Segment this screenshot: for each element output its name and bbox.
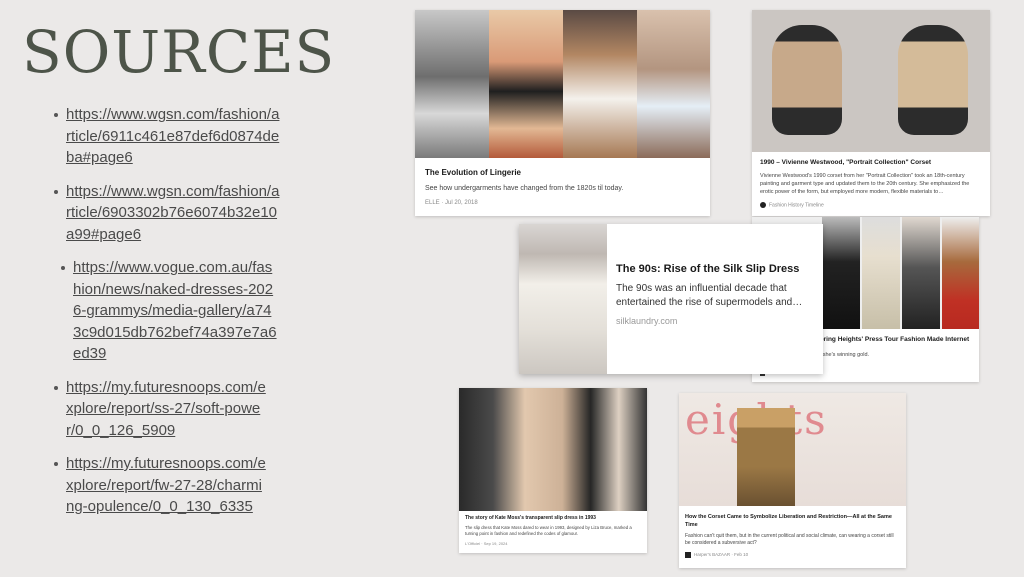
source-link-list: https://www.wgsn.com/fashion/article/691…: [54, 104, 281, 530]
card-title: The Evolution of Lingerie: [425, 168, 521, 177]
card-description: Vivienne Westwood's 1990 corset from her…: [760, 173, 970, 195]
silk-slip-dress-card[interactable]: The 90s: Rise of the Silk Slip Dress The…: [519, 224, 823, 374]
card-description: The slip dress that Kate Moss dared to w…: [465, 525, 632, 536]
westwood-corset-card[interactable]: 1990 – Vivienne Westwood, "Portrait Coll…: [752, 10, 990, 216]
lingerie-collage-image: [415, 10, 710, 158]
kate-moss-card[interactable]: The story of Kate Moss's transparent sli…: [459, 388, 647, 553]
corset-dress-photo: eights: [679, 393, 906, 506]
card-source: ELLE · Jul 20, 2018: [425, 200, 478, 206]
westwood-corset-image: [752, 10, 990, 152]
kate-moss-photo: [459, 388, 647, 511]
source-link-wgsn-1[interactable]: https://www.wgsn.com/fashion/article/691…: [66, 104, 281, 169]
card-description: l she's winning gold.: [820, 352, 870, 358]
slide-title: SOURCES: [22, 18, 336, 86]
slip-dress-photo: [519, 224, 607, 374]
source-logo-icon: [685, 552, 691, 558]
card-source: Fashion History Timeline: [769, 202, 824, 209]
source-link-futuresnoops-2[interactable]: https://my.futuresnoops.com/explore/repo…: [66, 453, 266, 518]
card-title: 1990 – Vivienne Westwood, "Portrait Coll…: [760, 159, 931, 166]
source-link-item: https://www.wgsn.com/fashion/article/691…: [54, 104, 281, 169]
source-link-item: https://my.futuresnoops.com/explore/repo…: [54, 377, 281, 442]
lingerie-article-card[interactable]: The Evolution of Lingerie See how underg…: [415, 10, 710, 216]
source-link-vogue[interactable]: https://www.vogue.com.au/fashion/news/na…: [73, 257, 278, 365]
card-source: Harper's BAZAAR · Feb 10: [694, 552, 749, 558]
card-title: ering Heights' Press Tour Fashion Made I…: [820, 336, 970, 343]
card-title: The story of Kate Moss's transparent sli…: [465, 515, 596, 521]
source-link-wgsn-2[interactable]: https://www.wgsn.com/fashion/article/690…: [66, 181, 281, 246]
card-source: L'Officiel · Sep 19, 2024: [465, 541, 508, 546]
card-title: How the Corset Came to Symbolize Liberat…: [685, 514, 892, 528]
card-source: silklaundry.com: [616, 316, 678, 326]
source-link-futuresnoops-1[interactable]: https://my.futuresnoops.com/explore/repo…: [66, 377, 266, 442]
source-logo-icon: [760, 202, 766, 208]
source-link-item: https://www.wgsn.com/fashion/article/690…: [54, 181, 281, 246]
source-link-item: https://my.futuresnoops.com/explore/repo…: [54, 453, 281, 518]
card-description: Fashion can't quit them, but in the curr…: [685, 533, 894, 546]
corset-liberation-card[interactable]: eights How the Corset Came to Symbolize …: [679, 393, 906, 568]
card-description: See how undergarments have changed from …: [425, 185, 624, 192]
source-link-item: https://www.vogue.com.au/fashion/news/na…: [61, 257, 288, 365]
card-description: The 90s was an influential decade that e…: [616, 283, 803, 308]
card-title: The 90s: Rise of the Silk Slip Dress: [616, 263, 800, 275]
